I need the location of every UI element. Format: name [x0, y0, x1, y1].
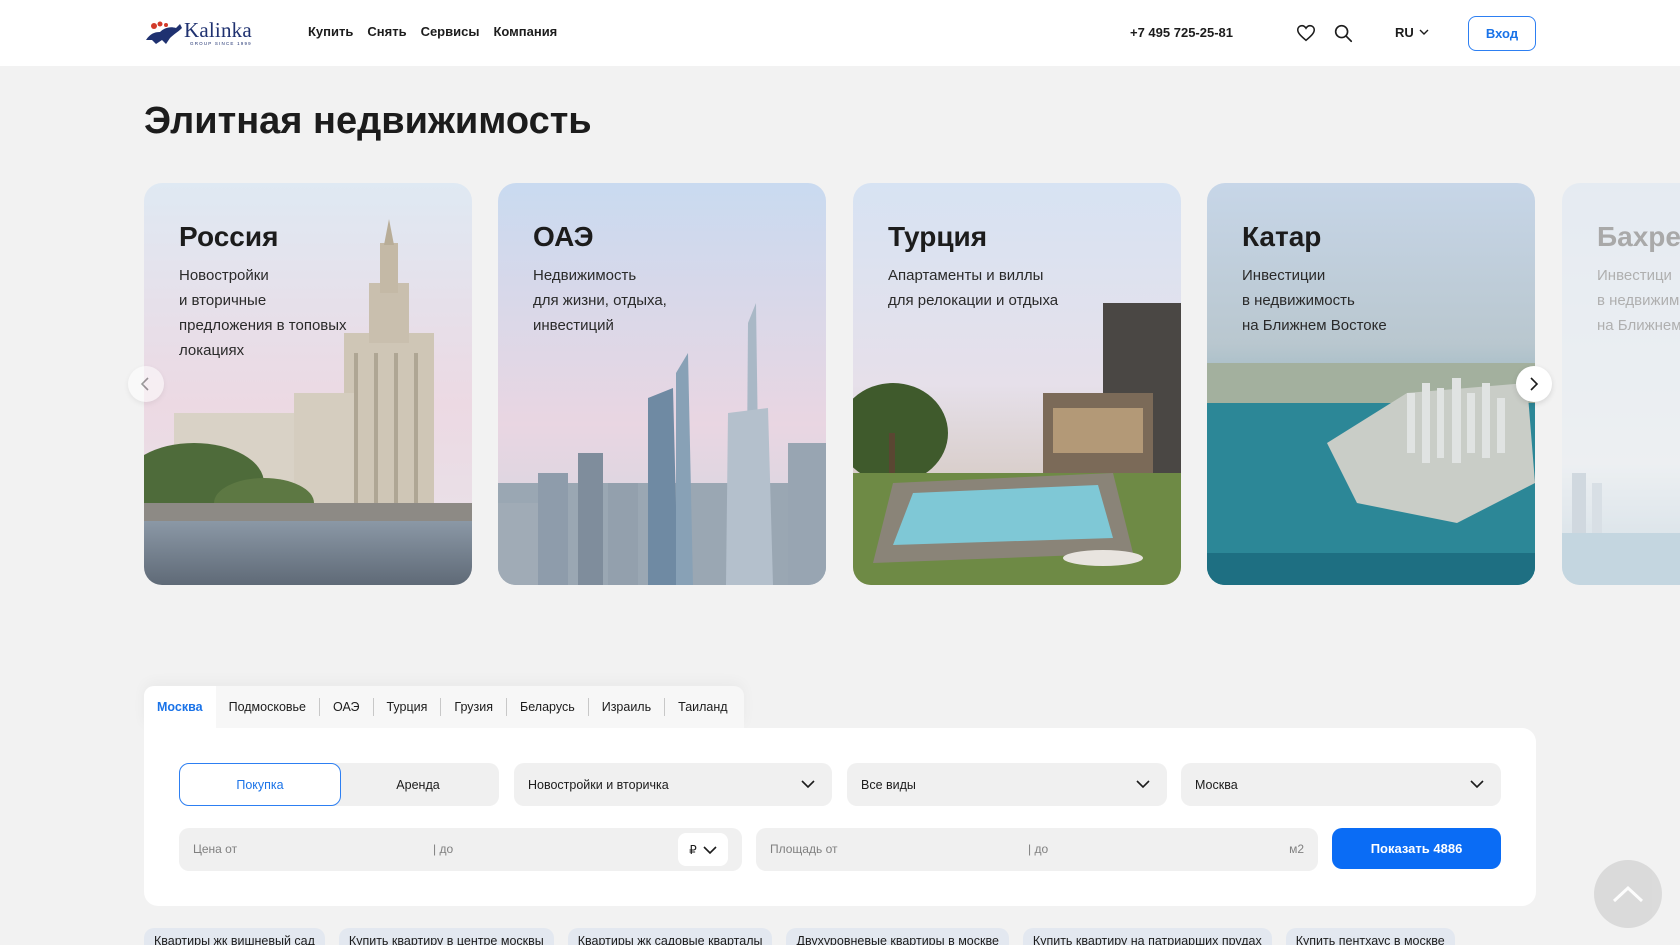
tab-moscow[interactable]: Москва: [144, 686, 216, 728]
carousel-prev-button[interactable]: [128, 366, 164, 402]
show-results-button[interactable]: Показать 4886: [1332, 828, 1501, 869]
tab-israel[interactable]: Израиль: [589, 686, 664, 728]
phone-link[interactable]: +7 495 725-25-81: [1130, 25, 1233, 40]
login-button[interactable]: Вход: [1468, 16, 1536, 51]
city-value: Москва: [1195, 777, 1238, 792]
area-unit-label: м2: [1289, 842, 1304, 856]
heart-icon[interactable]: [1295, 22, 1317, 44]
area-from-input[interactable]: Площадь от: [770, 842, 837, 856]
nav-rent[interactable]: Снять: [367, 24, 406, 39]
search-panel: Аренда Покупка Новостройки и вторичка Вс…: [144, 728, 1536, 906]
tab-thailand[interactable]: Таиланд: [665, 686, 740, 728]
chevron-right-icon: [1530, 377, 1539, 391]
property-type-value: Новостройки и вторичка: [528, 777, 669, 792]
card-description: Апартаменты и виллы для релокации и отды…: [888, 267, 1059, 309]
carousel-next-button[interactable]: [1516, 366, 1552, 402]
chevron-down-icon: [801, 780, 815, 789]
price-to-input[interactable]: | до: [433, 842, 453, 856]
logo-subtitle: GROUP SINCE 1999: [190, 41, 252, 46]
popular-searches: Квартиры жк вишневый сад Купить квартиру…: [144, 928, 1455, 945]
chevron-down-icon: [1419, 29, 1429, 35]
card-description: Новостройки и вторичные предложения в то…: [179, 267, 347, 359]
tab-georgia[interactable]: Грузия: [441, 686, 506, 728]
currency-select[interactable]: ₽: [678, 833, 728, 866]
scroll-to-top-button[interactable]: [1594, 860, 1662, 928]
card-title: Бахре: [1597, 221, 1680, 252]
site-header: Kalinka GROUP SINCE 1999 Купить Снять Се…: [0, 0, 1680, 66]
card-description: Инвестици в недвижим на Ближнем: [1597, 267, 1680, 334]
region-tabs: Москва Подмосковье ОАЭ Турция Грузия Бел…: [144, 686, 744, 728]
area-to-input[interactable]: | до: [1028, 842, 1048, 856]
card-title: Катар: [1242, 221, 1322, 252]
city-select[interactable]: Москва: [1181, 763, 1501, 806]
tab-turkey[interactable]: Турция: [374, 686, 441, 728]
kalinka-logo[interactable]: Kalinka GROUP SINCE 1999: [144, 18, 256, 48]
search-chip[interactable]: Купить пентхаус в москве: [1285, 928, 1455, 945]
region-card-turkey[interactable]: Турция Апартаменты и виллы для релокации…: [853, 183, 1181, 585]
price-from-input[interactable]: Цена от: [193, 842, 237, 856]
chevron-left-icon: [140, 377, 149, 391]
region-card-uae[interactable]: ОАЭ Недвижимость для жизни, отдыха, инве…: [498, 183, 826, 585]
card-description: Инвестиции в недвижимость на Ближнем Вос…: [1242, 267, 1387, 334]
region-card-bahrain[interactable]: Бахре Инвестици в недвижим на Ближнем: [1562, 183, 1680, 585]
nav-company[interactable]: Компания: [493, 24, 557, 39]
main-nav: Купить Снять Сервисы Компания: [308, 24, 557, 39]
property-kind-select[interactable]: Все виды: [847, 763, 1167, 806]
nav-services[interactable]: Сервисы: [421, 24, 480, 39]
nav-buy[interactable]: Купить: [308, 24, 353, 39]
tab-uae[interactable]: ОАЭ: [320, 686, 373, 728]
card-title: ОАЭ: [533, 221, 594, 252]
region-card-russia[interactable]: Россия Новостройки и вторичные предложен…: [144, 183, 472, 585]
page-title: Элитная недвижимость: [144, 100, 592, 142]
tab-belarus[interactable]: Беларусь: [507, 686, 588, 728]
property-kind-value: Все виды: [861, 777, 916, 792]
deal-type-switch: Аренда Покупка: [179, 763, 499, 806]
search-chip[interactable]: Квартиры жк садовые кварталы: [567, 928, 773, 945]
search-chip[interactable]: Купить квартиру в центре москвы: [338, 928, 554, 945]
price-range-field: Цена от | до ₽: [179, 828, 742, 871]
language-label: RU: [1395, 25, 1414, 40]
currency-value: ₽: [689, 842, 697, 857]
card-title: Турция: [888, 221, 988, 252]
area-range-field: Площадь от | до м2: [756, 828, 1318, 871]
search-chip[interactable]: Купить квартиру на патриарших прудах: [1022, 928, 1272, 945]
search-chip[interactable]: Двухуровневые квартиры в москве: [786, 928, 1009, 945]
chevron-down-icon: [1470, 780, 1484, 789]
card-title: Россия: [179, 221, 279, 252]
language-selector[interactable]: RU: [1395, 25, 1429, 40]
property-type-select[interactable]: Новостройки и вторичка: [514, 763, 832, 806]
search-icon[interactable]: [1332, 22, 1354, 44]
search-chip[interactable]: Квартиры жк вишневый сад: [144, 928, 325, 945]
deal-buy-button[interactable]: Покупка: [179, 763, 341, 806]
tab-moscow-region[interactable]: Подмосковье: [216, 686, 319, 728]
chevron-down-icon: [1136, 780, 1150, 789]
chevron-down-icon: [703, 845, 717, 854]
region-card-qatar[interactable]: Катар Инвестиции в недвижимость на Ближн…: [1207, 183, 1535, 585]
logo-horse-icon: [146, 21, 182, 44]
logo-text: Kalinka: [184, 18, 252, 42]
deal-rent-button[interactable]: Аренда: [337, 763, 499, 806]
chevron-up-icon: [1612, 885, 1644, 903]
card-description: Недвижимость для жизни, отдыха, инвестиц…: [533, 267, 667, 334]
